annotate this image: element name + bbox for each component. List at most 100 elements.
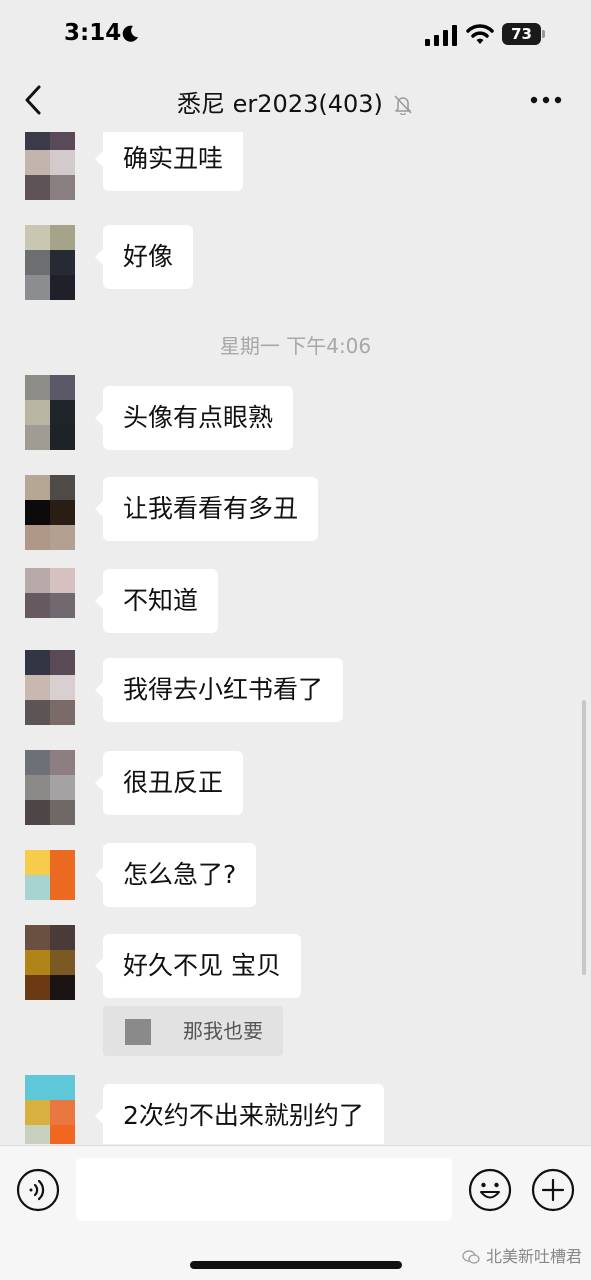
chat-title: 悉尼 er2023(403) xyxy=(177,90,383,118)
avatar-pixel xyxy=(50,950,75,975)
avatar[interactable] xyxy=(25,132,75,200)
avatar-pixel xyxy=(25,925,50,950)
avatar-pixel xyxy=(25,275,50,300)
avatar-pixel xyxy=(50,900,75,925)
quote-thumbnail xyxy=(125,1019,151,1045)
avatar-pixel xyxy=(25,750,50,775)
avatar-pixel xyxy=(25,425,50,450)
avatar-pixel xyxy=(50,425,75,450)
avatar-pixel xyxy=(25,900,50,925)
mute-bell-icon xyxy=(394,95,412,115)
avatar[interactable] xyxy=(25,568,75,643)
avatar-pixel xyxy=(50,593,75,618)
message-bubble[interactable]: 确实丑哇 xyxy=(94,132,244,191)
avatar-pixel xyxy=(50,1125,75,1144)
battery-icon: 73 xyxy=(502,23,546,45)
avatar-pixel xyxy=(50,650,75,675)
avatar-pixel xyxy=(50,375,75,400)
wifi-icon xyxy=(466,24,494,44)
avatar-pixel xyxy=(50,275,75,300)
avatar-pixel xyxy=(25,675,50,700)
avatar-pixel xyxy=(25,400,50,425)
avatar-pixel xyxy=(25,375,50,400)
avatar-pixel xyxy=(50,925,75,950)
avatar[interactable] xyxy=(25,475,75,550)
chat-title-wrap: 悉尼 er2023(403) xyxy=(0,84,591,119)
avatar-pixel xyxy=(50,150,75,175)
avatar-pixel xyxy=(50,250,75,275)
avatar-pixel xyxy=(25,775,50,800)
avatar[interactable] xyxy=(25,225,75,300)
avatar-pixel xyxy=(25,1100,50,1125)
avatar-pixel xyxy=(25,1075,50,1100)
avatar-pixel xyxy=(50,500,75,525)
wechat-icon xyxy=(462,1250,480,1264)
avatar-pixel xyxy=(25,850,50,875)
avatar-pixel xyxy=(50,850,75,875)
battery-tip xyxy=(542,30,545,38)
avatar[interactable] xyxy=(25,1075,75,1144)
avatar-pixel xyxy=(50,975,75,1000)
message-bubble[interactable]: 让我看看有多丑 xyxy=(94,477,319,541)
avatar-pixel xyxy=(50,1075,75,1100)
avatar-pixel xyxy=(50,1100,75,1125)
avatar[interactable] xyxy=(25,375,75,450)
emoji-icon[interactable] xyxy=(468,1168,512,1212)
more-icon[interactable] xyxy=(530,94,562,106)
avatar-pixel xyxy=(25,950,50,975)
signal-icon xyxy=(425,25,457,46)
avatar-pixel xyxy=(50,400,75,425)
message-bubble[interactable]: 2次约不出来就别约了 xyxy=(95,1084,384,1144)
avatar-pixel xyxy=(25,525,50,550)
watermark: 北美新吐槽君 xyxy=(462,1243,582,1267)
avatar-pixel xyxy=(25,1125,50,1144)
avatar-pixel xyxy=(25,500,50,525)
avatar-pixel xyxy=(50,568,75,593)
avatar-pixel xyxy=(25,568,50,593)
avatar-pixel xyxy=(50,132,75,150)
moon-icon xyxy=(122,25,138,42)
avatar-pixel xyxy=(25,800,50,825)
message-list[interactable]: 确实丑哇 好像 星期一 下午4:06 头像有点眼熟 让我看看有多丑 不知道 我得… xyxy=(0,132,591,1144)
avatar-pixel xyxy=(25,650,50,675)
avatar-pixel xyxy=(25,250,50,275)
avatar-pixel xyxy=(25,875,50,900)
message-bubble[interactable]: 好像 xyxy=(94,225,194,289)
message-input[interactable] xyxy=(76,1158,452,1221)
avatar-pixel xyxy=(50,225,75,250)
avatar-pixel xyxy=(50,525,75,550)
scroll-indicator[interactable] xyxy=(582,700,586,975)
avatar-pixel xyxy=(50,750,75,775)
message-bubble[interactable]: 很丑反正 xyxy=(94,751,244,815)
battery-level: 73 xyxy=(511,25,532,43)
status-time: 3:14 xyxy=(64,20,122,46)
avatar-pixel xyxy=(50,175,75,200)
watermark-text: 北美新吐槽君 xyxy=(486,1247,583,1266)
quoted-message[interactable]: 那我也要 xyxy=(103,1006,283,1056)
message-bubble[interactable]: 好久不见 宝贝 xyxy=(95,934,301,998)
avatar-pixel xyxy=(25,475,50,500)
avatar-pixel xyxy=(50,800,75,825)
avatar-pixel xyxy=(50,875,75,900)
status-bar: 3:14 73 xyxy=(0,0,591,70)
message-bubble[interactable]: 我得去小红书看了 xyxy=(94,658,344,722)
home-indicator xyxy=(190,1261,402,1269)
avatar-pixel xyxy=(25,975,50,1000)
avatar-pixel xyxy=(25,593,50,618)
nav-bar: 悉尼 er2023(403) xyxy=(0,70,591,132)
message-bubble[interactable]: 头像有点眼熟 xyxy=(94,386,294,450)
voice-icon[interactable] xyxy=(16,1168,60,1212)
message-bubble[interactable]: 不知道 xyxy=(94,569,219,633)
add-icon[interactable] xyxy=(531,1168,575,1212)
message-bubble[interactable]: 怎么急了? xyxy=(94,843,257,907)
avatar-pixel xyxy=(50,675,75,700)
avatar-pixel xyxy=(50,775,75,800)
avatar-pixel xyxy=(25,618,50,643)
avatar[interactable] xyxy=(25,925,75,1000)
time-separator: 星期一 下午4:06 xyxy=(219,334,372,358)
avatar[interactable] xyxy=(25,850,75,925)
avatar[interactable] xyxy=(25,650,75,725)
avatar-pixel xyxy=(25,225,50,250)
avatar[interactable] xyxy=(25,750,75,825)
avatar-pixel xyxy=(50,475,75,500)
